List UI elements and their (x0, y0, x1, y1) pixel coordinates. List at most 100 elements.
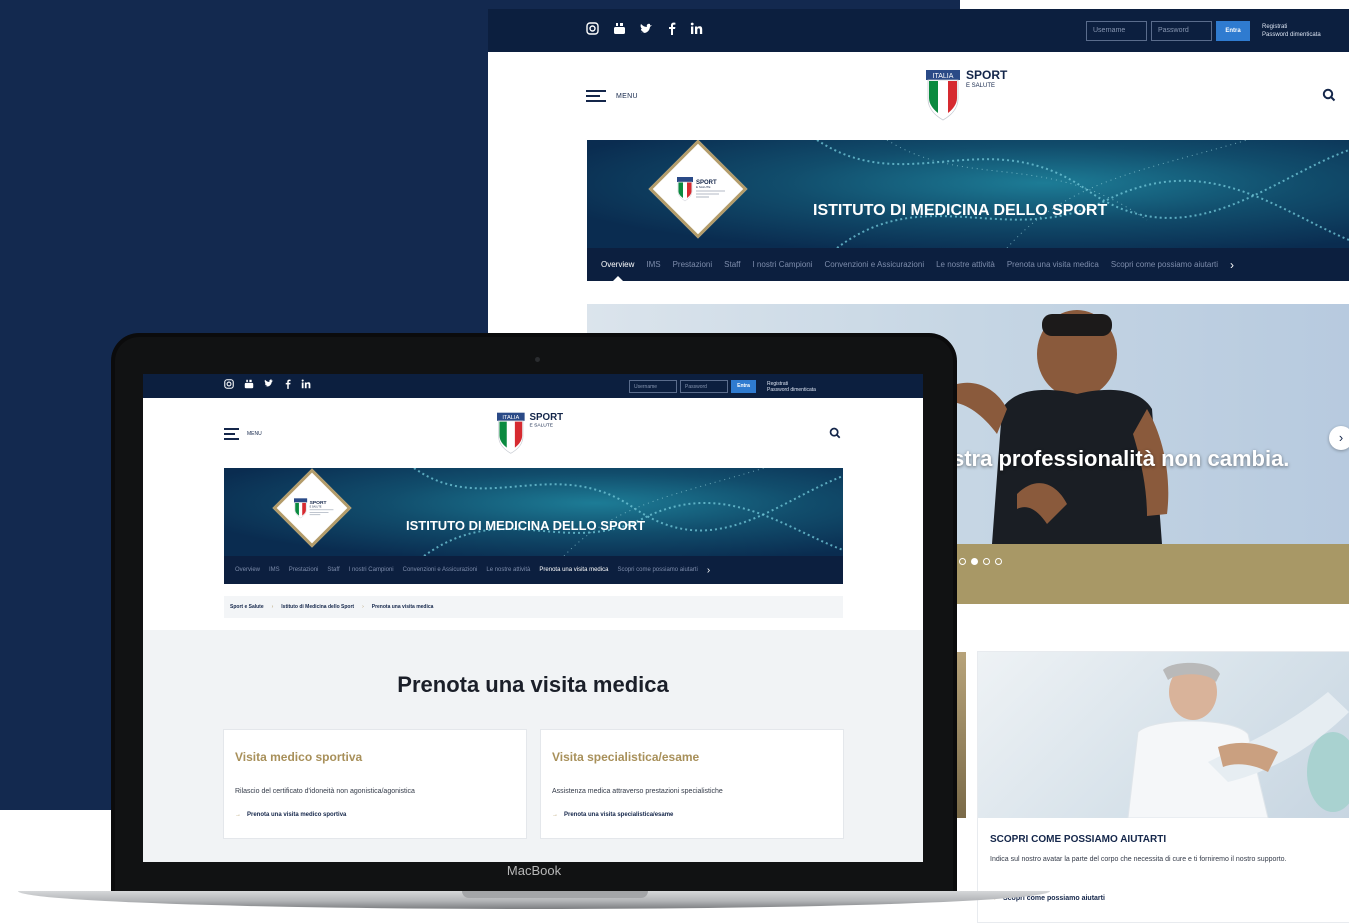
card-title: Visita medico sportiva (235, 750, 363, 764)
forgot-password-link[interactable]: Password dimenticata (767, 387, 816, 393)
account-links: Registrati Password dimenticata (1262, 23, 1321, 39)
tab-overview[interactable]: Overview (235, 567, 260, 573)
login-button[interactable]: Entra (731, 380, 756, 393)
slider-dot[interactable] (995, 558, 1002, 565)
tab-convenzioni[interactable]: Convenzioni e Assicurazioni (825, 260, 925, 269)
breadcrumb-item[interactable]: Istituto di Medicina dello Sport (281, 604, 354, 610)
logo-badge-text: ITALIA (502, 415, 519, 421)
slider-dots (959, 558, 1002, 565)
help-card: SCOPRI COME POSSIAMO AIUTARTI Indica sul… (978, 652, 1349, 922)
breadcrumb-separator-icon: › (362, 604, 364, 610)
facebook-icon[interactable] (285, 379, 291, 392)
breadcrumb-separator-icon: › (271, 604, 274, 610)
tab-scopri[interactable]: Scopri come possiamo aiutarti (1111, 260, 1218, 269)
social-links (586, 22, 703, 38)
menu-button[interactable]: MENU (224, 428, 262, 440)
camera-dot (535, 357, 540, 362)
linkedin-icon[interactable] (301, 379, 311, 392)
username-field[interactable]: Username (629, 380, 677, 393)
password-field[interactable]: Password (680, 380, 728, 393)
booking-card-sport[interactable]: Visita medico sportiva Rilascio del cert… (224, 730, 526, 838)
badge-logo-sub: E SALUTE (696, 185, 711, 189)
card-title: Visita specialistica/esame (552, 750, 700, 764)
tab-convenzioni[interactable]: Convenzioni e Assicurazioni (403, 567, 478, 573)
tab-prenota[interactable]: Prenota una visita medica (1007, 260, 1099, 269)
password-field[interactable]: Password (1151, 21, 1212, 41)
institute-banner: SPORT E SALUTE ISTITUTO DI MEDICINA DELL… (224, 468, 843, 556)
tab-prenota[interactable]: Prenota una visita medica (539, 567, 608, 573)
laptop-notch (462, 891, 648, 898)
forgot-password-link[interactable]: Password dimenticata (1262, 31, 1321, 39)
twitter-icon[interactable] (640, 22, 654, 38)
card-text: Assistenza medica attraverso prestazioni… (552, 788, 723, 795)
tab-campioni[interactable]: I nostri Campioni (752, 260, 812, 269)
search-icon[interactable] (829, 426, 841, 444)
slider-dot-active[interactable] (971, 558, 978, 565)
login-button[interactable]: Entra (1216, 21, 1250, 41)
facebook-icon[interactable] (668, 22, 676, 38)
card-link[interactable]: → Prenota una visita medico sportiva (235, 812, 346, 818)
youtube-icon[interactable] (244, 379, 254, 392)
chevron-right-icon[interactable]: › (1230, 258, 1234, 272)
menu-label: MENU (247, 431, 262, 437)
laptop-screen: Username Password Entra Registrati Passw… (143, 374, 923, 862)
menu-label: MENU (616, 92, 638, 100)
tab-ims[interactable]: IMS (269, 567, 280, 573)
hamburger-icon (224, 428, 239, 440)
social-links (224, 379, 311, 392)
card-link[interactable]: → Prenota una visita specialistica/esame (552, 812, 673, 818)
banner-title: ISTITUTO DI MEDICINA DELLO SPORT (813, 202, 1108, 219)
device-label: MacBook (506, 863, 562, 878)
register-link[interactable]: Registrati (1262, 23, 1321, 31)
instagram-icon[interactable] (586, 22, 599, 38)
tab-ims[interactable]: IMS (646, 260, 660, 269)
youtube-icon[interactable] (613, 22, 626, 38)
tab-overview[interactable]: Overview (601, 260, 634, 281)
menu-button[interactable]: MENU (586, 90, 638, 102)
tab-attivita[interactable]: Le nostre attività (486, 567, 530, 573)
search-icon[interactable] (1322, 88, 1336, 107)
help-card-title: SCOPRI COME POSSIAMO AIUTARTI (990, 834, 1167, 845)
linkedin-icon[interactable] (690, 22, 703, 38)
login-form: Username Password Entra Registrati Passw… (1086, 21, 1321, 41)
badge-logo: SPORT E SALUTE (677, 177, 725, 202)
login-form: Username Password Entra Registrati Passw… (629, 380, 816, 393)
institute-badge: SPORT E SALUTE (272, 468, 352, 548)
badge-logo-sub: E SALUTE (310, 505, 322, 508)
tab-prestazioni[interactable]: Prestazioni (673, 260, 713, 269)
tab-staff[interactable]: Staff (327, 567, 339, 573)
chevron-right-icon[interactable]: › (707, 565, 710, 576)
athlete-image (952, 310, 1169, 544)
booking-card-specialist[interactable]: Visita specialistica/esame Assistenza me… (541, 730, 843, 838)
slider-dot[interactable] (959, 558, 966, 565)
hero-caption: stra professionalità non cambia. (952, 446, 1290, 471)
tab-scopri[interactable]: Scopri come possiamo aiutarti (617, 567, 697, 573)
site-header: MENU ITALIA SPORT E SALUTE (143, 398, 923, 468)
tab-staff[interactable]: Staff (724, 260, 740, 269)
breadcrumb-item-current: Prenota una visita medica (371, 604, 434, 610)
username-field[interactable]: Username (1086, 21, 1147, 41)
logo-name: SPORT (530, 412, 564, 423)
instagram-icon[interactable] (224, 379, 234, 392)
twitter-icon[interactable] (264, 379, 275, 392)
tab-campioni[interactable]: I nostri Campioni (349, 567, 394, 573)
institute-banner: SPORT E SALUTE ISTITUTO DI MEDICINA DELL… (587, 140, 1349, 248)
help-card-text: Indica sul nostro avatar la parte del co… (990, 856, 1287, 863)
tab-attivita[interactable]: Le nostre attività (936, 260, 995, 269)
badge-logo: SPORT E SALUTE (294, 498, 334, 519)
page-title: Prenota una visita medica (397, 672, 669, 697)
arrow-right-icon: → (552, 812, 558, 818)
site-logo[interactable]: ITALIA SPORT E SALUTE (497, 410, 575, 461)
top-bar: Username Password Entra Registrati Passw… (143, 374, 923, 398)
breadcrumb-item[interactable]: Sport e Salute (230, 604, 264, 610)
slider-dot[interactable] (983, 558, 990, 565)
site-logo[interactable]: ITALIA SPORT E SALUTE (926, 67, 1022, 128)
logo-sub: E SALUTE (966, 83, 995, 89)
tab-prestazioni[interactable]: Prestazioni (289, 567, 319, 573)
section-tabs: Overview IMS Prestazioni Staff I nostri … (224, 556, 843, 584)
card-link-label: Prenota una visita specialistica/esame (564, 812, 674, 818)
banner-title: ISTITUTO DI MEDICINA DELLO SPORT (406, 518, 646, 533)
section-tabs: Overview IMS Prestazioni Staff I nostri … (587, 248, 1349, 281)
account-links: Registrati Password dimenticata (767, 381, 816, 393)
next-slide-button[interactable]: › (1329, 426, 1349, 450)
